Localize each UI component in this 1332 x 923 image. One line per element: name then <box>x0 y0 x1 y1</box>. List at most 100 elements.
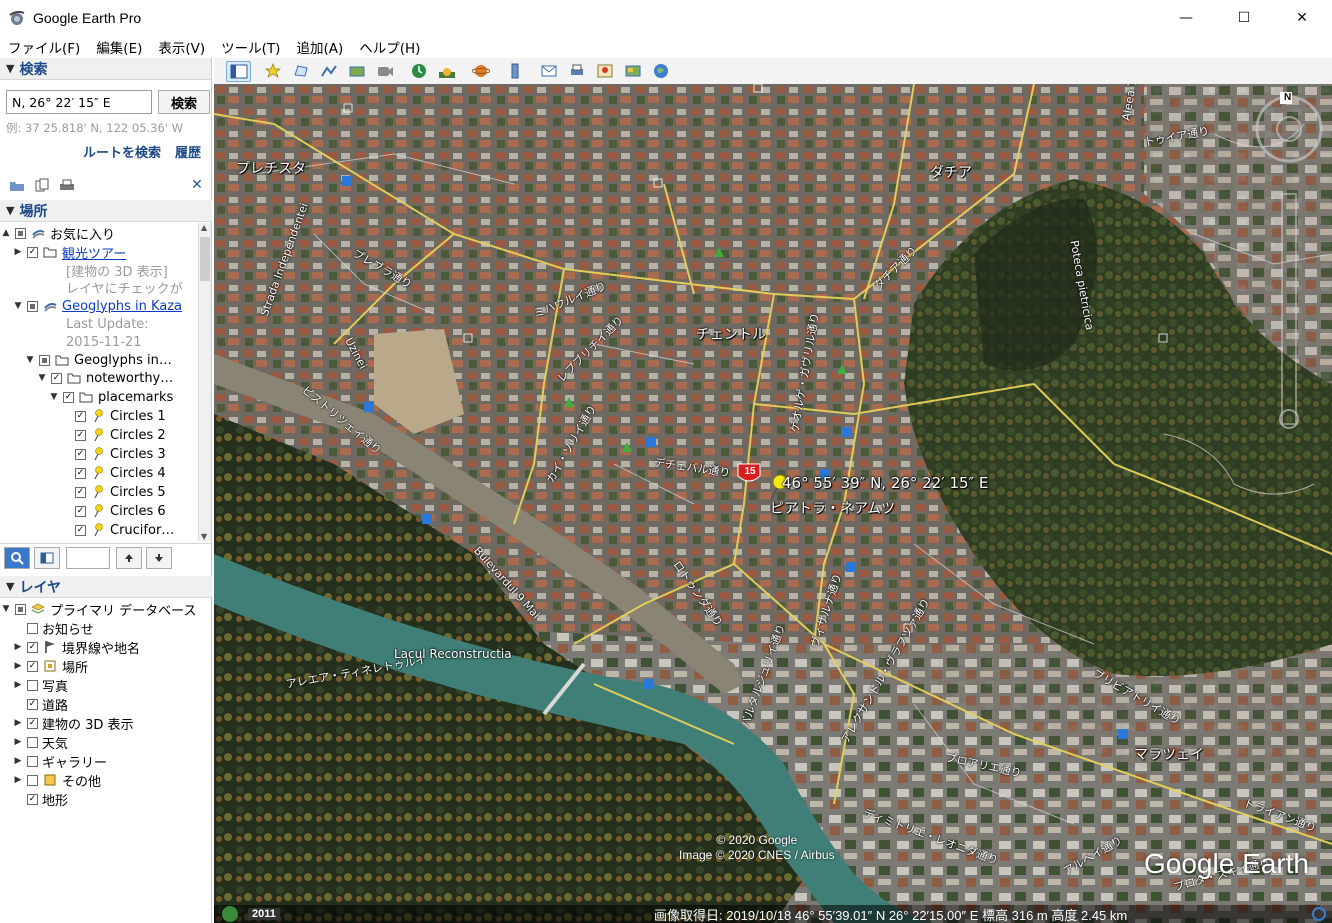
close-search-icon[interactable]: ✕ <box>188 177 206 193</box>
expand-icon[interactable]: ▶ <box>12 642 24 652</box>
layer-item[interactable]: ✓ 道路 <box>12 695 68 714</box>
tree-item-circles-6[interactable]: ✓ Circles 6 <box>60 502 166 520</box>
map-place-label[interactable]: チェントル <box>696 324 766 344</box>
map-place-label[interactable]: マラツェイ <box>1134 744 1204 764</box>
scroll-thumb[interactable] <box>200 237 210 281</box>
collapse-icon[interactable]: ▲ <box>0 228 12 238</box>
expand-icon[interactable]: ▶ <box>12 247 24 257</box>
close-button[interactable]: ✕ <box>1273 0 1331 36</box>
tree-item-placemarks[interactable]: ▼ ✓ placemarks <box>48 388 174 406</box>
checkbox[interactable]: ✓ <box>27 793 38 805</box>
checkbox[interactable]: ✓ <box>63 391 74 403</box>
print-results-icon[interactable] <box>58 177 76 193</box>
search-button[interactable]: 検索 <box>158 90 210 114</box>
menu-edit[interactable]: 編集(E) <box>88 37 150 57</box>
layer-item[interactable]: ▶ その他 <box>12 771 101 790</box>
collapse-icon[interactable]: ▼ <box>0 604 12 614</box>
history-link[interactable]: 履歴 <box>175 142 201 161</box>
menu-add[interactable]: 追加(A) <box>288 37 351 57</box>
checkbox[interactable] <box>27 755 38 767</box>
toggle-panel-icon[interactable] <box>34 546 60 569</box>
checkbox[interactable]: ✓ <box>75 448 86 460</box>
layers-panel-header[interactable]: ▼ レイヤ <box>0 576 212 598</box>
layer-primary-database[interactable]: ▼ プライマリ データベース <box>0 600 196 619</box>
tree-item-circles-4[interactable]: ✓ Circles 4 <box>60 464 166 482</box>
save-image-icon[interactable] <box>620 61 645 82</box>
compass-north-label[interactable]: N <box>1284 92 1291 103</box>
checkbox[interactable]: ✓ <box>27 698 38 710</box>
layer-item[interactable]: ▶ ✓ 境界線や地名 <box>12 638 140 657</box>
tree-item-circles-1[interactable]: ✓ Circles 1 <box>60 407 166 425</box>
tree-item-geoglyphs[interactable]: ▼ Geoglyphs in Kaza <box>12 297 182 315</box>
tree-item-crucifor[interactable]: ✓ Crucifor… <box>60 521 174 539</box>
checkbox[interactable]: ✓ <box>75 467 86 479</box>
view-in-maps-icon[interactable] <box>592 61 617 82</box>
earth-view-icon[interactable] <box>648 61 673 82</box>
layer-item[interactable]: ✓ 地形 <box>12 790 68 809</box>
add-path-icon[interactable] <box>316 61 341 82</box>
maximize-button[interactable]: ☐ <box>1215 0 1273 36</box>
tree-item-link[interactable]: Geoglyphs in Kaza <box>62 299 182 314</box>
move-up-icon[interactable] <box>116 546 142 569</box>
map-place-label[interactable]: ピアトラ・ネアムツ <box>770 498 895 518</box>
layer-item[interactable]: ▶ 天気 <box>12 733 68 752</box>
sunlight-icon[interactable] <box>434 61 459 82</box>
checkbox[interactable]: ✓ <box>75 486 86 498</box>
tree-item-tour[interactable]: ▶ ✓ 観光ツアー <box>12 243 126 262</box>
menu-tools[interactable]: ツール(T) <box>213 37 288 57</box>
menu-help[interactable]: ヘルプ(H) <box>351 37 428 57</box>
places-filter-field[interactable] <box>66 546 110 569</box>
tree-item-circles-3[interactable]: ✓ Circles 3 <box>60 445 166 463</box>
print-icon[interactable] <box>564 61 589 82</box>
tree-item-circles-5[interactable]: ✓ Circles 5 <box>60 483 166 501</box>
collapse-icon[interactable]: ▼ <box>36 373 48 383</box>
layer-item[interactable]: お知らせ <box>12 619 94 638</box>
layer-item[interactable]: ▶ ✓ 建物の 3D 表示 <box>12 714 134 733</box>
scroll-down-icon[interactable]: ▼ <box>201 532 207 541</box>
record-tour-icon[interactable] <box>372 61 397 82</box>
search-panel-header[interactable]: ▼ 検索 <box>0 58 211 80</box>
add-folder-icon[interactable] <box>8 177 26 193</box>
route-search-link[interactable]: ルートを検索 <box>83 142 161 161</box>
map-place-label[interactable]: プレチスタ <box>236 158 306 178</box>
checkbox[interactable]: ✓ <box>75 505 86 517</box>
historical-imagery-clock-icon[interactable] <box>222 906 238 922</box>
checkbox[interactable]: ✓ <box>75 524 86 536</box>
layer-item[interactable]: ▶ ギャラリー <box>12 752 107 771</box>
expand-icon[interactable]: ▶ <box>12 737 24 747</box>
sidebar-toggle-icon[interactable] <box>226 60 251 82</box>
checkbox[interactable]: ✓ <box>27 660 38 672</box>
historical-imagery-icon[interactable] <box>406 61 431 82</box>
tree-item-favorites[interactable]: ▲ お気に入り <box>0 224 115 243</box>
menu-file[interactable]: ファイル(F) <box>0 37 88 57</box>
add-image-overlay-icon[interactable] <box>344 61 369 82</box>
map-view[interactable]: プレチスタ ダチア チェントル ピアトラ・ネアムツ マラツェイ Strada I… <box>214 84 1332 923</box>
collapse-triangle-icon[interactable]: ▼ <box>6 62 14 75</box>
search-places-icon[interactable] <box>4 546 30 569</box>
checkbox[interactable] <box>27 774 38 786</box>
email-icon[interactable] <box>536 61 561 82</box>
ruler-icon[interactable] <box>502 61 527 82</box>
scroll-up-icon[interactable]: ▲ <box>201 223 207 232</box>
checkbox[interactable] <box>27 622 38 634</box>
checkbox[interactable] <box>15 227 26 239</box>
map-place-label[interactable]: ダチア <box>930 162 972 182</box>
checkbox[interactable]: ✓ <box>75 429 86 441</box>
collapse-triangle-icon[interactable]: ▼ <box>6 580 14 593</box>
expand-icon[interactable]: ▶ <box>12 661 24 671</box>
checkbox[interactable] <box>27 679 38 691</box>
places-panel-header[interactable]: ▼ 場所 <box>0 200 212 222</box>
expand-icon[interactable]: ▶ <box>12 775 24 785</box>
expand-icon[interactable]: ▶ <box>12 756 24 766</box>
expand-icon[interactable]: ▶ <box>12 680 24 690</box>
collapse-icon[interactable]: ▼ <box>24 355 36 365</box>
layer-item[interactable]: ▶ ✓ 場所 <box>12 657 88 676</box>
checkbox[interactable] <box>15 603 26 615</box>
checkbox[interactable]: ✓ <box>27 717 38 729</box>
collapse-triangle-icon[interactable]: ▼ <box>6 204 14 217</box>
minimize-button[interactable]: — <box>1157 0 1215 36</box>
checkbox[interactable] <box>39 354 50 366</box>
switch-planet-icon[interactable] <box>468 61 493 82</box>
move-down-icon[interactable] <box>146 546 172 569</box>
expand-icon[interactable]: ▶ <box>12 718 24 728</box>
